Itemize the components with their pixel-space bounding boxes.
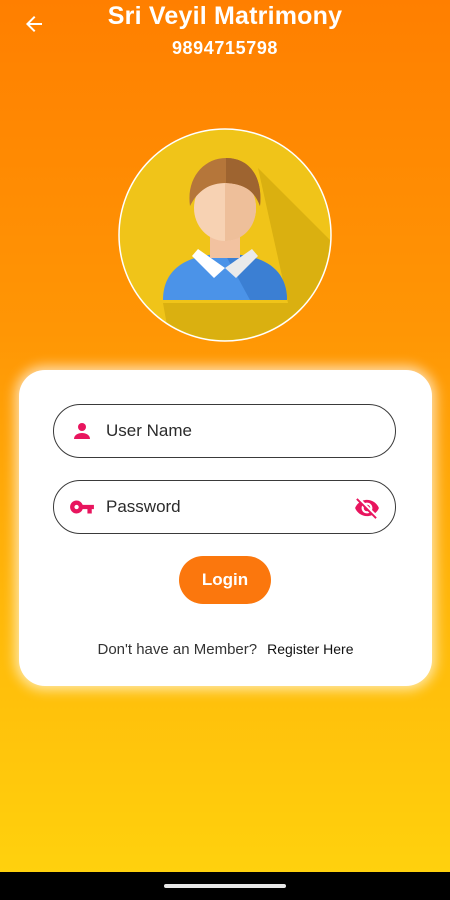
password-field[interactable]: Password <box>53 480 396 534</box>
register-row: Don't have an Member? Register Here <box>19 641 432 658</box>
system-nav-bar <box>0 872 450 900</box>
username-field[interactable]: User Name <box>53 404 396 458</box>
login-card: User Name Password Login Don't have an M… <box>19 370 432 686</box>
app-title: Sri Veyil Matrimony <box>107 2 343 30</box>
login-button[interactable]: Login <box>179 556 271 604</box>
phone-number: 9894715798 <box>171 38 279 58</box>
home-indicator[interactable] <box>164 884 286 888</box>
user-avatar-icon <box>118 128 332 342</box>
register-prompt: Don't have an Member? <box>97 641 258 658</box>
username-placeholder: User Name <box>106 421 192 440</box>
register-link[interactable]: Register Here <box>267 641 353 657</box>
eye-off-icon[interactable] <box>353 494 381 522</box>
key-icon <box>68 493 96 521</box>
login-screen: Sri Veyil Matrimony 9894715798 User Name… <box>0 0 450 872</box>
person-icon <box>68 417 96 445</box>
password-placeholder: Password <box>106 497 181 516</box>
